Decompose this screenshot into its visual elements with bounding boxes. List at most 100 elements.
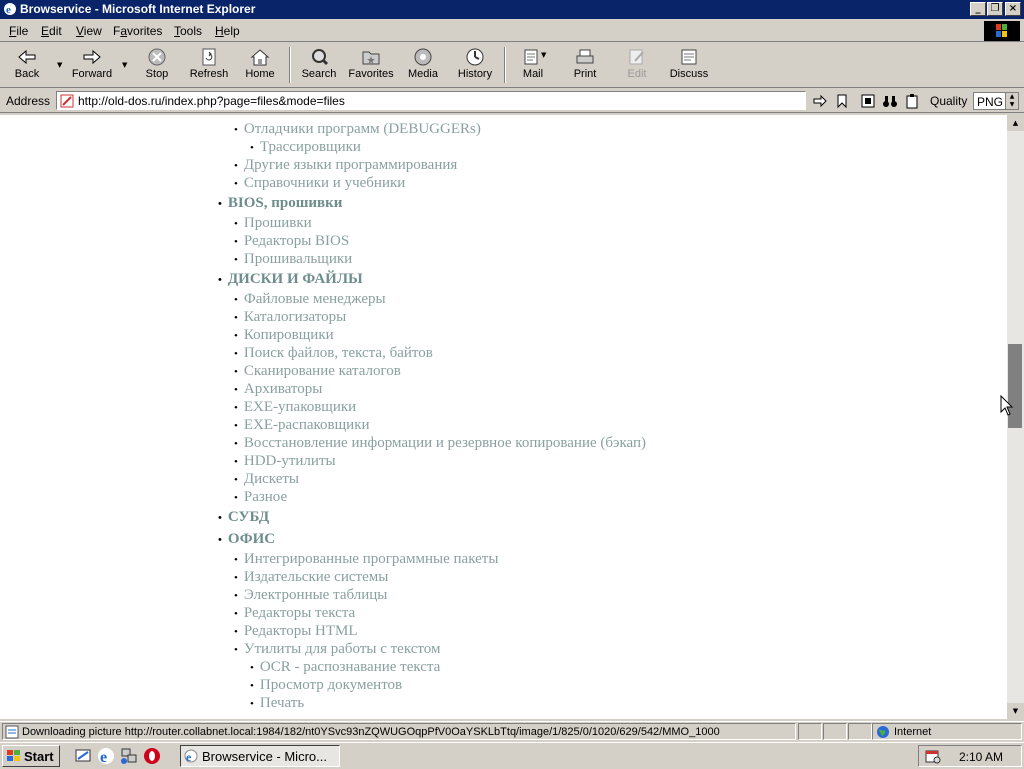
subcategory-link[interactable]: • Редакторы BIOS	[234, 233, 349, 250]
subcategory-link[interactable]: • Файловые менеджеры	[234, 291, 386, 308]
mail-dropdown-icon[interactable]: ▼	[541, 51, 549, 59]
subcategory-link[interactable]: • HDD-утилиты	[234, 453, 336, 470]
subcategory-link[interactable]: • Каталогизаторы	[234, 309, 346, 326]
close-button[interactable]: ×	[1005, 2, 1021, 16]
scroll-up-icon[interactable]: ▲	[1007, 115, 1024, 131]
subcategory-link[interactable]: • Издательские системы	[234, 569, 388, 586]
subcategory-link[interactable]: • Отладчики программ (DEBUGGERs)	[234, 121, 481, 138]
sub-subcategory-link[interactable]: • Печать	[250, 695, 304, 712]
bookmark-icon[interactable]	[834, 93, 850, 109]
find-binoculars-icon[interactable]	[882, 93, 898, 109]
subcategory-link[interactable]: • Электронные таблицы	[234, 587, 387, 604]
menu-view[interactable]: View	[76, 24, 102, 38]
page-content: • Отладчики программ (DEBUGGERs) • Трассиро…	[0, 115, 1007, 719]
subcategory-link[interactable]: • Утилиты для работы с текстом	[234, 641, 440, 658]
stop-button[interactable]: Stop	[130, 45, 184, 85]
sub-subcategory-link[interactable]: • Трассировщики	[250, 139, 361, 156]
subcategory-link[interactable]: • Редакторы текста	[234, 605, 355, 622]
svg-text:e: e	[6, 4, 11, 16]
forward-dropdown-icon[interactable]: ▼	[122, 61, 130, 69]
history-icon	[466, 48, 484, 66]
subcategory-link[interactable]: • Прошивальщики	[234, 251, 352, 268]
address-bar: Address http://old-dos.ru/index.php?page…	[0, 89, 1024, 113]
go-arrow-icon[interactable]	[812, 93, 828, 109]
mail-button[interactable]: Mail	[506, 45, 560, 85]
bullet-icon: •	[234, 402, 238, 414]
subcategory-link[interactable]: • Справочники и учебники	[234, 175, 405, 192]
subcategory-link[interactable]: • EXE-упаковщики	[234, 399, 356, 416]
restore-button[interactable]: ❐	[987, 2, 1003, 16]
address-input[interactable]: http://old-dos.ru/index.php?page=files&m…	[56, 91, 806, 110]
subcategory-link[interactable]: • EXE-распаковщики	[234, 417, 370, 434]
subcategory-link[interactable]: • Прошивки	[234, 215, 312, 232]
discuss-icon	[681, 49, 697, 65]
link-text: HDD-утилиты	[243, 453, 336, 469]
category-link[interactable]: • СУБД	[218, 509, 269, 526]
bullet-icon: •	[234, 456, 238, 468]
spin-up-icon[interactable]: ▲	[1005, 93, 1018, 101]
window-title: Browservice - Microsoft Internet Explore…	[20, 2, 256, 16]
favorites-button[interactable]: Favorites	[344, 45, 398, 85]
minimize-button[interactable]: _	[970, 2, 986, 16]
menu-file[interactable]: File	[9, 24, 28, 38]
bullet-icon: •	[250, 680, 254, 692]
edit-button[interactable]: Edit	[610, 45, 664, 85]
back-button[interactable]: Back	[0, 45, 54, 85]
subcategory-link[interactable]: • Копировщики	[234, 327, 334, 344]
subcategory-link[interactable]: • Дискеты	[234, 471, 299, 488]
link-text: Другие языки программирования	[243, 157, 458, 173]
category-link[interactable]: • ОФИС	[218, 531, 275, 548]
subcategory-link[interactable]: • Архиваторы	[234, 381, 322, 398]
menu-favorites[interactable]: Favorites	[113, 24, 162, 38]
screenshot-icon[interactable]	[860, 93, 876, 109]
bullet-icon: •	[234, 330, 238, 342]
spin-down-icon[interactable]: ▼	[1005, 101, 1018, 109]
subcategory-link[interactable]: • Восстановление информации и резервное к…	[234, 435, 646, 452]
quality-select[interactable]: PNG ▲ ▼	[973, 92, 1019, 110]
history-button[interactable]: History	[448, 45, 502, 85]
scroll-down-icon[interactable]: ▼	[1007, 703, 1024, 719]
forward-button[interactable]: Forward	[65, 45, 119, 85]
subcategory-link[interactable]: • Разное	[234, 489, 287, 506]
vertical-scrollbar[interactable]: ▲ ▼	[1007, 115, 1024, 719]
taskbar-window-browservice[interactable]: e Browservice - Micro...	[180, 745, 340, 767]
link-text: Каталогизаторы	[243, 309, 347, 325]
bullet-icon: •	[234, 644, 238, 656]
print-button[interactable]: Print	[558, 45, 612, 85]
subcategory-link[interactable]: • Поиск файлов, текста, байтов	[234, 345, 433, 362]
opera-icon[interactable]	[143, 747, 161, 765]
discuss-button[interactable]: Discuss	[662, 45, 716, 85]
scheduler-icon[interactable]	[925, 748, 941, 764]
network-icon[interactable]	[120, 747, 138, 765]
status-panel	[823, 723, 847, 740]
internet-explorer-icon[interactable]: e	[97, 747, 115, 765]
bullet-icon: •	[234, 160, 238, 172]
category-link[interactable]: • BIOS, прошивки	[218, 195, 342, 212]
media-button[interactable]: Media	[396, 45, 450, 85]
category-link[interactable]: • ДИСКИ И ФАЙЛЫ	[218, 271, 363, 288]
refresh-button[interactable]: Refresh	[182, 45, 236, 85]
search-button[interactable]: Search	[292, 45, 346, 85]
show-desktop-icon[interactable]	[74, 747, 92, 765]
media-icon	[414, 48, 432, 66]
subcategory-link[interactable]: • Другие языки программирования	[234, 157, 457, 174]
sub-subcategory-link[interactable]: • OCR - распознавание текста	[250, 659, 440, 676]
start-button[interactable]: Start	[2, 745, 60, 767]
clipboard-icon[interactable]	[904, 93, 920, 109]
menu-edit[interactable]: Edit	[41, 24, 62, 38]
subcategory-link[interactable]: • Редакторы HTML	[234, 623, 358, 640]
link-text: Печать	[259, 695, 305, 711]
back-dropdown-icon[interactable]: ▼	[57, 61, 65, 69]
menu-tools[interactable]: Tools	[174, 24, 202, 38]
menu-help[interactable]: Help	[215, 24, 240, 38]
bullet-icon: •	[234, 384, 238, 396]
home-icon	[250, 49, 270, 66]
home-button[interactable]: Home	[233, 45, 287, 85]
bullet-icon: •	[234, 124, 238, 136]
subcategory-link[interactable]: • Интегрированные программные пакеты	[234, 551, 498, 568]
sub-subcategory-link[interactable]: • Просмотр документов	[250, 677, 402, 694]
windows-logo-icon	[984, 21, 1020, 41]
taskbar: Start e e Browservice - Micro... 2:10 AM	[0, 742, 1024, 769]
link-text: Архиваторы	[243, 381, 323, 397]
subcategory-link[interactable]: • Сканирование каталогов	[234, 363, 401, 380]
